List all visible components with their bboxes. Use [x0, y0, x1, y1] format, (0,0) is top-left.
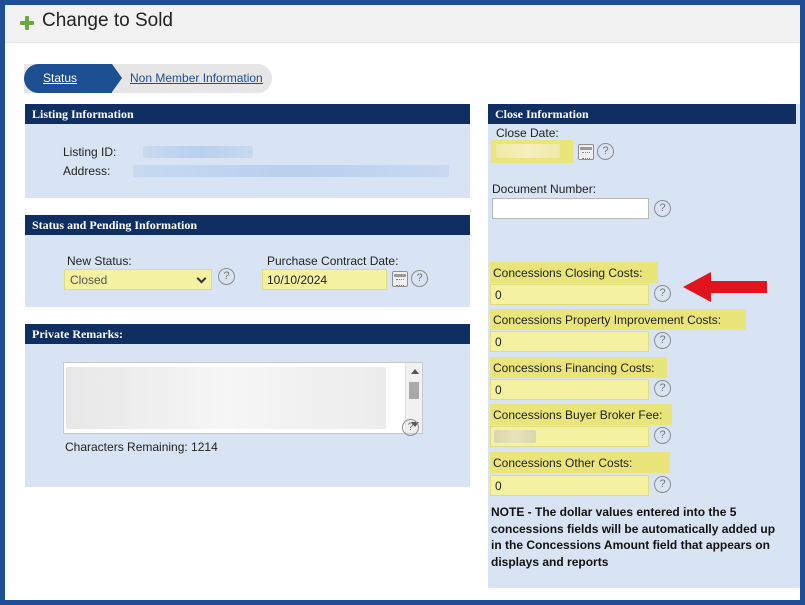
tab-status-label[interactable]: Status: [43, 71, 77, 85]
address-redacted: [133, 165, 449, 177]
help-icon[interactable]: ?: [654, 380, 671, 397]
listing-information-heading: Listing Information: [25, 104, 470, 124]
private-remarks-panel: Private Remarks: ? Characters Remaining:…: [25, 324, 470, 487]
property-improvement-field[interactable]: 0: [490, 331, 649, 352]
status-pending-panel: Status and Pending Information New Statu…: [25, 215, 470, 307]
tab-bar: Status Non Member Information: [24, 64, 272, 93]
listing-id-label: Listing ID:: [63, 145, 117, 159]
property-improvement-label: Concessions Property Improvement Costs:: [493, 313, 722, 327]
address-label: Address:: [63, 164, 111, 178]
tab-status[interactable]: Status: [24, 64, 122, 93]
closing-costs-field[interactable]: 0: [490, 284, 649, 305]
private-remarks-redacted: [66, 367, 386, 429]
calendar-icon[interactable]: [392, 271, 408, 287]
purchase-contract-date-label: Purchase Contract Date:: [267, 254, 399, 268]
listing-id-redacted: [143, 146, 253, 158]
help-icon[interactable]: ?: [597, 143, 614, 160]
close-information-heading: Close Information: [488, 104, 796, 124]
page-header: Change to Sold: [5, 5, 800, 43]
concessions-note: NOTE - The dollar values entered into th…: [491, 505, 776, 569]
financing-field[interactable]: 0: [490, 379, 649, 400]
help-icon[interactable]: ?: [654, 332, 671, 349]
new-status-label: New Status:: [67, 254, 132, 268]
closing-costs-label: Concessions Closing Costs:: [493, 266, 643, 280]
plus-icon: [20, 16, 34, 30]
chevron-down-icon: [196, 273, 207, 284]
purchase-contract-date-field[interactable]: 10/10/2024: [262, 269, 387, 290]
help-icon[interactable]: ?: [654, 427, 671, 444]
close-information-panel: Close Information Close Date: ? Document…: [488, 104, 800, 588]
private-remarks-heading: Private Remarks:: [25, 324, 470, 344]
document-number-label: Document Number:: [492, 182, 597, 196]
buyer-broker-redacted: [494, 430, 536, 443]
close-date-label: Close Date:: [496, 126, 559, 140]
scroll-up-icon[interactable]: [411, 369, 419, 374]
help-icon[interactable]: ?: [654, 200, 671, 217]
close-date-redacted: [496, 144, 560, 158]
new-status-select[interactable]: Closed: [64, 269, 212, 290]
page-title: Change to Sold: [42, 10, 173, 31]
other-costs-label: Concessions Other Costs:: [493, 456, 633, 470]
scroll-thumb[interactable]: [409, 382, 419, 399]
characters-remaining: Characters Remaining: 1214: [65, 440, 218, 454]
private-remarks-textarea[interactable]: [63, 362, 423, 434]
help-icon[interactable]: ?: [411, 270, 428, 287]
buyer-broker-label: Concessions Buyer Broker Fee:: [493, 408, 663, 422]
listing-information-panel: Listing Information Listing ID: Address:: [25, 104, 470, 198]
tab-non-member-information[interactable]: Non Member Information: [130, 71, 263, 85]
help-icon[interactable]: ?: [218, 268, 235, 285]
arrow-left-icon: [683, 272, 767, 302]
buyer-broker-field[interactable]: [490, 426, 649, 447]
calendar-icon[interactable]: [578, 144, 594, 160]
other-costs-field[interactable]: 0: [490, 475, 649, 496]
help-icon[interactable]: ?: [654, 476, 671, 493]
status-pending-heading: Status and Pending Information: [25, 215, 470, 235]
financing-label: Concessions Financing Costs:: [493, 361, 655, 375]
document-number-field[interactable]: [492, 198, 649, 219]
help-icon[interactable]: ?: [402, 419, 419, 436]
help-icon[interactable]: ?: [654, 285, 671, 302]
new-status-value: Closed: [70, 273, 108, 287]
